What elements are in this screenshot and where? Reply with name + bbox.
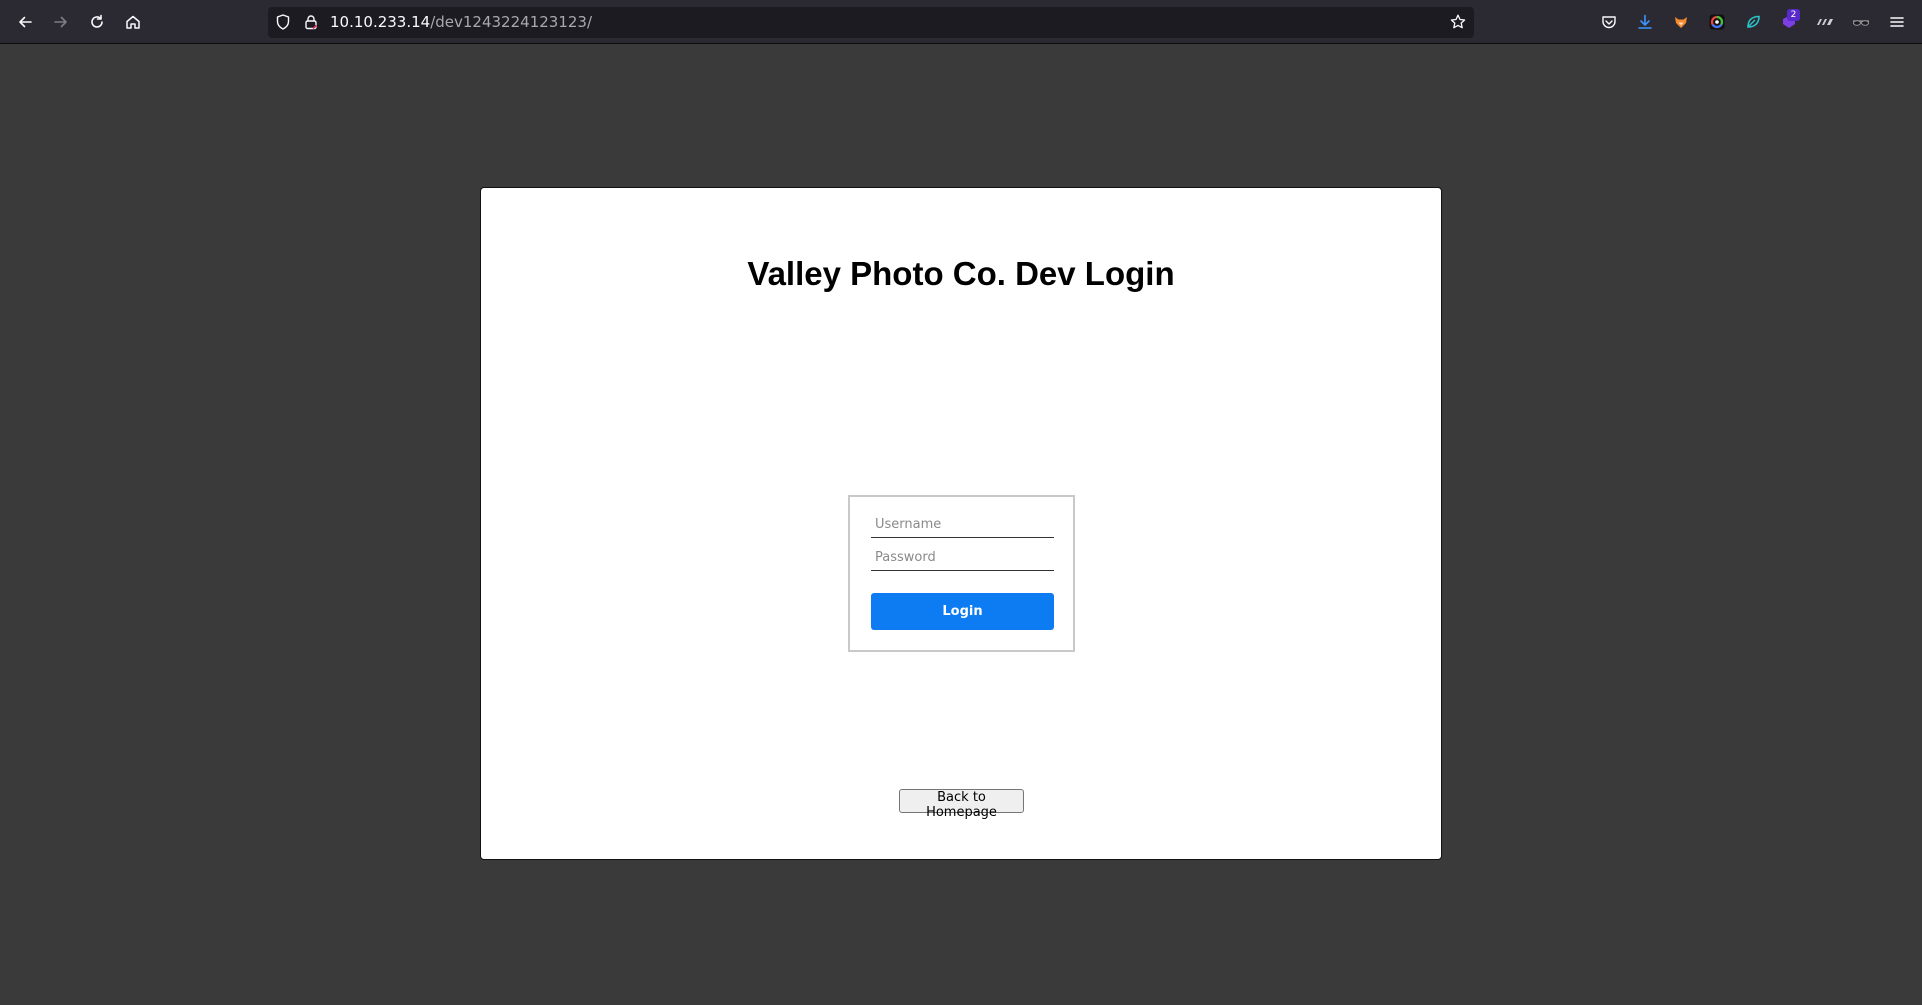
reload-button[interactable]: [84, 9, 110, 35]
star-icon: [1450, 14, 1466, 29]
pocket-button[interactable]: [1596, 9, 1622, 35]
hamburger-menu-icon: [1890, 17, 1904, 27]
arrow-right-icon: [54, 16, 67, 28]
back-button[interactable]: [12, 9, 38, 35]
username-input[interactable]: [871, 512, 1054, 538]
extension-badge: 2: [1787, 9, 1800, 21]
bookmark-button[interactable]: [1449, 13, 1467, 31]
url-bar[interactable]: 10.10.233.14/dev1243224123123/: [268, 7, 1474, 38]
hackbar-icon: [1817, 19, 1833, 25]
fox-extension-icon: [1675, 17, 1687, 28]
back-to-homepage-button[interactable]: Back to Homepage: [899, 789, 1024, 820]
page-viewport: Valley Photo Co. Dev Login Login Back to…: [0, 44, 1922, 1005]
extension-button-leaf[interactable]: [1740, 9, 1766, 35]
color-wheel-icon: [1709, 14, 1725, 30]
url-host: 10.10.233.14: [330, 13, 431, 31]
page-title: Valley Photo Co. Dev Login: [747, 255, 1175, 292]
login-form: Login: [848, 495, 1075, 652]
extension-button-hackbar[interactable]: [1812, 9, 1838, 35]
login-button[interactable]: Login: [871, 593, 1054, 630]
leaf-extension-icon: [1747, 15, 1760, 28]
forward-button[interactable]: [48, 9, 74, 35]
browser-toolbar: 10.10.233.14/dev1243224123123/ 2: [0, 0, 1922, 44]
password-input[interactable]: [871, 545, 1054, 571]
glasses-icon: [1853, 20, 1869, 26]
extension-button-glasses[interactable]: [1848, 9, 1874, 35]
download-icon: [1638, 14, 1652, 29]
menu-button[interactable]: [1884, 9, 1910, 35]
pocket-icon: [1602, 16, 1616, 29]
shield-icon: [276, 14, 290, 30]
site-security-button[interactable]: [302, 13, 320, 31]
extension-button-color[interactable]: [1704, 9, 1730, 35]
lock-icon: [305, 15, 318, 30]
downloads-button[interactable]: [1632, 9, 1658, 35]
login-card: Valley Photo Co. Dev Login Login Back to…: [480, 187, 1442, 860]
reload-icon: [91, 14, 103, 28]
arrow-left-icon: [19, 16, 32, 28]
tracking-protection-button[interactable]: [274, 13, 292, 31]
extension-button-fox[interactable]: [1668, 9, 1694, 35]
url-text[interactable]: 10.10.233.14/dev1243224123123/: [330, 14, 592, 31]
url-path: /dev1243224123123/: [430, 13, 593, 31]
home-icon: [126, 15, 140, 29]
home-button[interactable]: [120, 9, 146, 35]
